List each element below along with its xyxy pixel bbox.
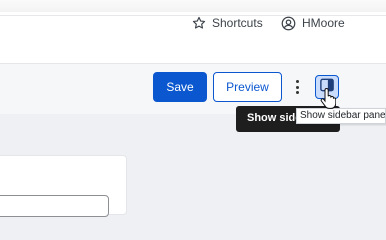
tooltip-light: Show sidebar panel [296,108,386,124]
user-name: HMoore [302,16,345,30]
save-button[interactable]: Save [153,72,207,102]
more-options-icon[interactable] [291,78,303,96]
star-icon [192,16,206,30]
editor-screen: Shortcuts HMoore Save Preview Show sideb… [0,0,386,217]
hand-cursor-icon [320,87,337,110]
text-field[interactable] [0,195,109,217]
user-avatar-icon [281,16,296,31]
shortcuts-label: Shortcuts [212,16,263,30]
user-menu[interactable]: HMoore [281,14,345,32]
shortcuts-link[interactable]: Shortcuts [192,14,263,32]
preview-button[interactable]: Preview [213,72,282,102]
